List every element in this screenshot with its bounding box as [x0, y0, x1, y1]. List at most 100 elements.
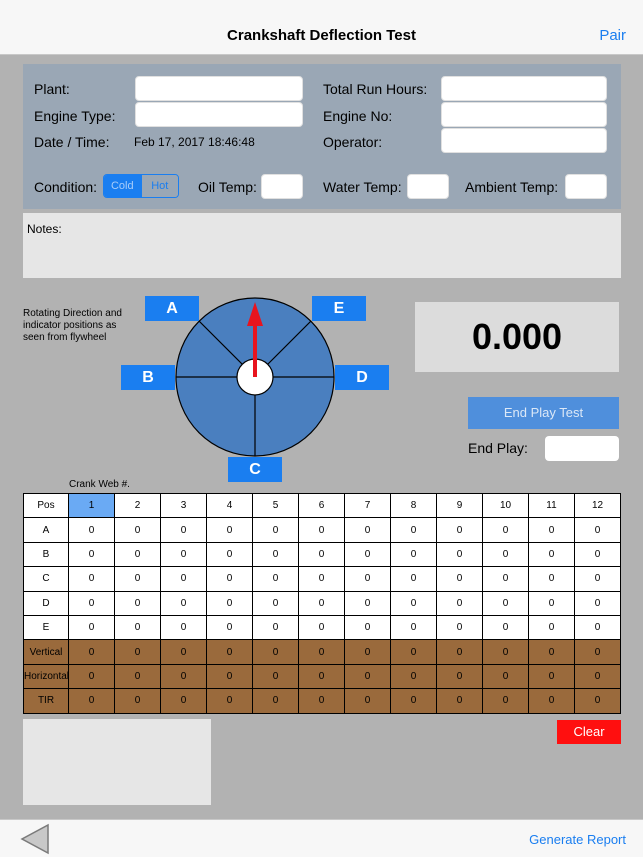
table-cell[interactable]: 0: [574, 614, 621, 641]
table-cell[interactable]: 0: [344, 614, 391, 641]
table-cell[interactable]: 0: [160, 614, 207, 641]
table-row: E000000000000: [23, 614, 621, 641]
end-play-field[interactable]: [545, 436, 619, 461]
table-cell[interactable]: 0: [574, 517, 621, 543]
table-cell[interactable]: 0: [344, 517, 391, 543]
table-cell[interactable]: 0: [298, 517, 345, 543]
table-cell[interactable]: 0: [390, 590, 437, 616]
table-cell[interactable]: 0: [114, 590, 161, 616]
table-cell[interactable]: 0: [436, 614, 483, 641]
crank-web-column-header[interactable]: 6: [298, 492, 345, 519]
clear-button[interactable]: Clear: [557, 720, 621, 744]
generate-report-button[interactable]: Generate Report: [529, 832, 626, 847]
table-cell[interactable]: 0: [436, 541, 483, 568]
table-cell[interactable]: 0: [436, 590, 483, 616]
table-cell[interactable]: 0: [574, 541, 621, 568]
crank-web-column-header[interactable]: 8: [390, 492, 437, 519]
table-cell[interactable]: 0: [206, 614, 253, 641]
table-cell[interactable]: 0: [482, 541, 529, 568]
table-cell[interactable]: 0: [436, 517, 483, 543]
table-cell[interactable]: 0: [68, 566, 115, 592]
table-cell[interactable]: 0: [482, 590, 529, 616]
table-cell[interactable]: 0: [68, 590, 115, 616]
table-cell[interactable]: 0: [298, 566, 345, 592]
table-cell[interactable]: 0: [160, 541, 207, 568]
operator-field[interactable]: [441, 128, 607, 153]
ambient-temp-field[interactable]: [565, 174, 607, 199]
crank-web-column-header[interactable]: 2: [114, 492, 161, 519]
table-cell[interactable]: 0: [482, 517, 529, 543]
table-cell[interactable]: 0: [344, 566, 391, 592]
table-cell[interactable]: 0: [114, 517, 161, 543]
crank-web-column-header[interactable]: 3: [160, 492, 207, 519]
table-cell[interactable]: 0: [206, 566, 253, 592]
table-cell[interactable]: 0: [252, 541, 299, 568]
table-cell[interactable]: 0: [252, 614, 299, 641]
table-cell[interactable]: 0: [344, 541, 391, 568]
table-cell[interactable]: 0: [528, 517, 575, 543]
table-cell[interactable]: 0: [252, 590, 299, 616]
deflection-readout: 0.000: [415, 302, 619, 372]
table-cell[interactable]: 0: [252, 566, 299, 592]
hot-option[interactable]: Hot: [140, 175, 178, 197]
table-cell[interactable]: 0: [298, 541, 345, 568]
table-cell[interactable]: 0: [574, 590, 621, 616]
condition-toggle[interactable]: Cold Hot: [103, 174, 179, 198]
crank-web-column-header[interactable]: 5: [252, 492, 299, 519]
table-cell[interactable]: 0: [206, 517, 253, 543]
back-arrow-icon[interactable]: [20, 823, 50, 855]
table-cell[interactable]: 0: [528, 614, 575, 641]
table-cell[interactable]: 0: [436, 566, 483, 592]
table-row: Vertical 0 0 0 0 0 0 0 0 0 0 0 0: [23, 639, 621, 665]
table-cell[interactable]: 0: [390, 517, 437, 543]
table-cell[interactable]: 0: [68, 517, 115, 543]
row-label: B: [23, 541, 69, 568]
table-cell[interactable]: 0: [68, 614, 115, 641]
table-cell[interactable]: 0: [574, 566, 621, 592]
table-cell: 0: [206, 688, 253, 714]
crank-web-column-header[interactable]: 4: [206, 492, 253, 519]
table-cell: 0: [574, 639, 621, 665]
table-cell[interactable]: 0: [68, 541, 115, 568]
crank-web-column-header[interactable]: 7: [344, 492, 391, 519]
table-cell[interactable]: 0: [160, 517, 207, 543]
crank-web-column-header[interactable]: 10: [482, 492, 529, 519]
crank-web-column-header[interactable]: 11: [528, 492, 575, 519]
oil-temp-field[interactable]: [261, 174, 303, 199]
table-cell[interactable]: 0: [160, 566, 207, 592]
table-cell: 0: [390, 639, 437, 665]
table-cell[interactable]: 0: [528, 541, 575, 568]
table-cell[interactable]: 0: [298, 590, 345, 616]
notes-field[interactable]: Notes:: [23, 213, 621, 278]
engine-type-field[interactable]: [135, 102, 303, 127]
engine-no-field[interactable]: [441, 102, 607, 127]
water-temp-field[interactable]: [407, 174, 449, 199]
cold-option[interactable]: Cold: [104, 175, 141, 197]
end-play-test-button[interactable]: End Play Test: [468, 397, 619, 429]
table-cell[interactable]: 0: [482, 566, 529, 592]
table-cell[interactable]: 0: [390, 566, 437, 592]
table-cell[interactable]: 0: [482, 614, 529, 641]
table-cell[interactable]: 0: [114, 541, 161, 568]
table-cell[interactable]: 0: [298, 614, 345, 641]
table-cell[interactable]: 0: [390, 614, 437, 641]
table-cell[interactable]: 0: [528, 566, 575, 592]
table-cell[interactable]: 0: [390, 541, 437, 568]
crank-web-column-header[interactable]: 12: [574, 492, 621, 519]
table-cell[interactable]: 0: [206, 590, 253, 616]
table-cell[interactable]: 0: [114, 614, 161, 641]
table-cell[interactable]: 0: [160, 590, 207, 616]
pair-button[interactable]: Pair: [599, 27, 626, 44]
crank-web-column-header[interactable]: 1: [68, 492, 115, 519]
signature-box[interactable]: [23, 719, 211, 805]
table-cell[interactable]: 0: [344, 590, 391, 616]
total-run-hours-field[interactable]: [441, 76, 607, 101]
plant-field[interactable]: [135, 76, 303, 101]
table-cell[interactable]: 0: [252, 517, 299, 543]
table-cell[interactable]: 0: [114, 566, 161, 592]
table-cell[interactable]: 0: [206, 541, 253, 568]
table-cell[interactable]: 0: [528, 590, 575, 616]
condition-label: Condition:: [34, 179, 98, 195]
engine-type-label: Engine Type:: [34, 108, 116, 124]
crank-web-column-header[interactable]: 9: [436, 492, 483, 519]
